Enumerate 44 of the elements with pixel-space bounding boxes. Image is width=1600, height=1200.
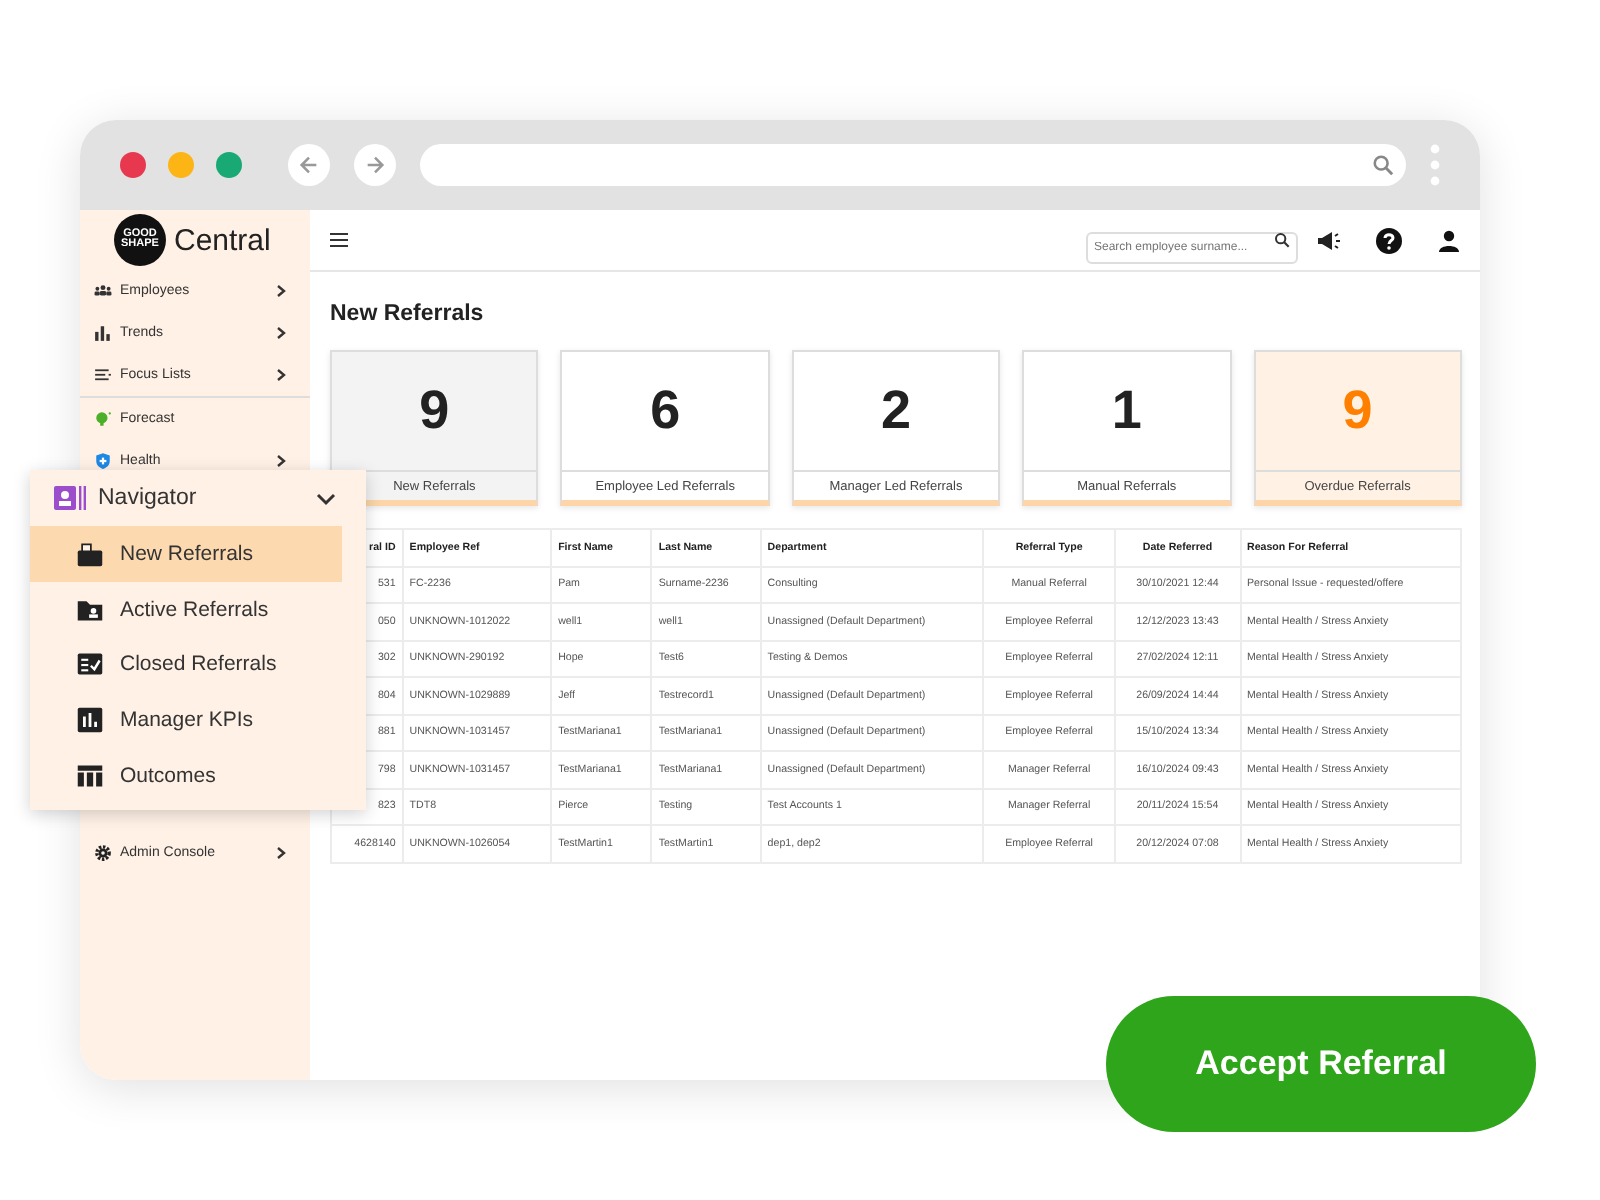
menu-icon[interactable] bbox=[330, 232, 348, 248]
forward-icon bbox=[364, 154, 386, 176]
navigator-item[interactable]: New Referrals bbox=[30, 526, 342, 582]
help-icon[interactable] bbox=[1376, 227, 1402, 253]
chevron-icon[interactable] bbox=[316, 491, 336, 505]
search-icon bbox=[1372, 154, 1394, 176]
navigator-item-label: Active Referrals bbox=[120, 597, 269, 622]
stat-count: 6 bbox=[648, 378, 683, 444]
shield-icon bbox=[94, 452, 112, 470]
navigator-item-label: Closed Referrals bbox=[120, 652, 277, 677]
app-name: Central bbox=[174, 223, 271, 257]
list-icon bbox=[94, 366, 112, 384]
maximize-dot[interactable] bbox=[216, 152, 242, 178]
people-icon bbox=[94, 282, 112, 300]
table-icon bbox=[76, 762, 104, 791]
navigator-title: Navigator bbox=[98, 486, 199, 510]
user-icon[interactable] bbox=[1438, 229, 1460, 251]
bar-chart-icon bbox=[76, 706, 104, 735]
close-dot[interactable] bbox=[120, 152, 146, 178]
search-icon bbox=[1274, 232, 1290, 248]
back-icon bbox=[298, 154, 320, 176]
stat-count: 9 bbox=[1340, 378, 1375, 444]
stat-count: 1 bbox=[1109, 378, 1144, 444]
chevron-icon bbox=[276, 284, 286, 298]
stat-count: 2 bbox=[878, 378, 913, 444]
minimize-dot[interactable] bbox=[168, 152, 194, 178]
bar-chart-icon bbox=[94, 324, 112, 342]
chevron-icon bbox=[276, 846, 286, 860]
megaphone-icon[interactable] bbox=[1316, 229, 1340, 251]
settings-icon bbox=[94, 844, 112, 862]
chevron-icon bbox=[276, 454, 286, 468]
navigator-item-label: Outcomes bbox=[120, 764, 216, 789]
forward-button[interactable] bbox=[354, 144, 396, 186]
contact-card-icon bbox=[54, 486, 86, 510]
checklist-icon bbox=[76, 650, 104, 679]
stat-count: 9 bbox=[417, 378, 452, 444]
navigator-item-label: Manager KPIs bbox=[120, 708, 254, 733]
folder-icon bbox=[76, 595, 104, 624]
back-button[interactable] bbox=[288, 144, 330, 186]
lightbulb-icon bbox=[94, 410, 112, 428]
page-title: New Referrals bbox=[330, 302, 486, 326]
chevron-icon bbox=[276, 368, 286, 382]
chevron-icon bbox=[276, 326, 286, 340]
navigator-item-label: New Referrals bbox=[120, 541, 254, 566]
